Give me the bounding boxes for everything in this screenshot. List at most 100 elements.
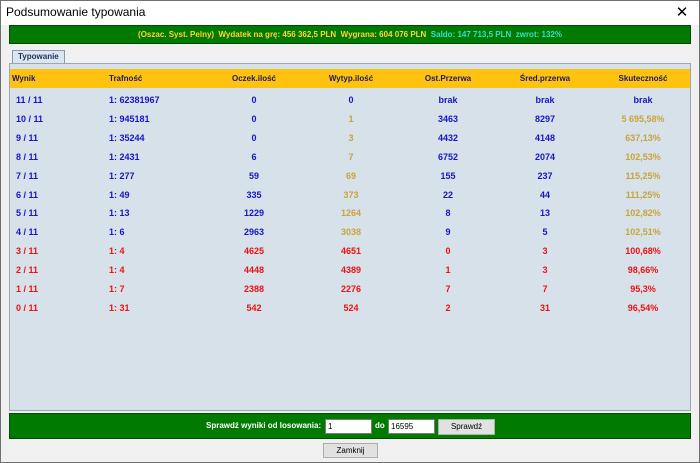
- cell-ost-przerwa: 2: [445, 302, 451, 313]
- cell-skutecznosc: 102,53%: [625, 151, 661, 162]
- cell-skutecznosc: brak: [633, 95, 653, 105]
- cell-wynik: 10 / 11: [16, 113, 44, 124]
- cell-sred-przerwa: 2074: [534, 151, 556, 162]
- header-ost-przerwa: Ost.Przerwa: [424, 74, 472, 83]
- cell-oczek-ilosc: 4448: [243, 265, 265, 276]
- window-title: Podsumowanie typowania: [6, 5, 146, 19]
- cell-ost-przerwa: 9: [445, 227, 451, 238]
- cell-trafnosc: 1: 277: [109, 170, 135, 181]
- cell-trafnosc: 1: 49: [109, 189, 130, 200]
- table-row: 0 / 11 1: 31 542 524 2 31 96,54%: [10, 299, 690, 317]
- cell-trafnosc: 1: 2431: [109, 151, 140, 162]
- cell-oczek-ilosc: 4625: [243, 246, 265, 257]
- cell-wytyp-ilosc: 373: [343, 189, 359, 200]
- table-row: 6 / 11 1: 49 335 373 22 44 111,25%: [10, 186, 690, 204]
- close-icon[interactable]: ✕: [665, 1, 699, 25]
- cell-wytyp-ilosc: 1: [348, 113, 354, 124]
- cell-trafnosc: 1: 7: [109, 284, 125, 294]
- header-skutecznosc: Skuteczność: [618, 74, 668, 83]
- table-row: 8 / 11 1: 2431 6 7 6752 2074 102,53%: [10, 148, 690, 166]
- cell-trafnosc: 1: 31: [109, 302, 130, 313]
- cell-oczek-ilosc: 542: [246, 302, 262, 313]
- cell-skutecznosc: 95,3%: [630, 284, 656, 294]
- cell-oczek-ilosc: 0: [251, 95, 257, 105]
- summary-wydatek: Wydatek na grę: 456 362,5 PLN: [218, 30, 337, 39]
- header-wynik: Wynik: [12, 74, 36, 83]
- cell-wytyp-ilosc: 4651: [340, 246, 362, 257]
- cell-wynik: 2 / 11: [16, 265, 39, 276]
- draw-from-input[interactable]: 1: [325, 419, 372, 434]
- cell-skutecznosc: 115,25%: [625, 170, 661, 181]
- cell-skutecznosc: 102,51%: [625, 227, 661, 238]
- title-bar: Podsumowanie typowania ✕: [1, 1, 699, 25]
- summary-wygrana: Wygrana: 604 076 PLN: [340, 30, 427, 39]
- cell-wynik: 8 / 11: [16, 151, 39, 162]
- close-button[interactable]: Zamknij: [323, 443, 378, 458]
- cell-oczek-ilosc: 2963: [243, 227, 265, 238]
- cell-skutecznosc: 100,68%: [625, 246, 661, 257]
- cell-oczek-ilosc: 0: [251, 113, 257, 124]
- cell-wynik: 5 / 11: [16, 208, 39, 219]
- cell-trafnosc: 1: 4: [109, 246, 125, 257]
- table-row: 3 / 11 1: 4 4625 4651 0 3 100,68%: [10, 242, 690, 260]
- cell-ost-przerwa: 155: [440, 170, 456, 181]
- cell-trafnosc: 1: 945181: [109, 113, 150, 124]
- cell-wynik: 1 / 11: [16, 284, 39, 294]
- cell-sred-przerwa: 3: [542, 246, 548, 257]
- summary-system: (Oszac. Syst. Pelny): [138, 30, 215, 39]
- cell-wynik: 7 / 11: [16, 170, 39, 181]
- cell-wynik: 6 / 11: [16, 189, 39, 200]
- check-bar: Sprawdź wyniki od losowania: 1 do 16595 …: [9, 413, 691, 439]
- cell-oczek-ilosc: 2388: [243, 284, 265, 294]
- cell-oczek-ilosc: 0: [251, 132, 257, 143]
- summary-bar: (Oszac. Syst. Pelny) Wydatek na grę: 456…: [9, 25, 691, 44]
- tab-strip: Typowanie: [9, 47, 691, 63]
- draw-to-input[interactable]: 16595: [388, 419, 435, 434]
- summary-window: Podsumowanie typowania ✕ (Oszac. Syst. P…: [0, 0, 700, 463]
- cell-ost-przerwa: 6752: [437, 151, 459, 162]
- cell-oczek-ilosc: 1229: [243, 208, 265, 219]
- cell-wytyp-ilosc: 0: [348, 95, 354, 105]
- cell-ost-przerwa: 22: [442, 189, 454, 200]
- cell-ost-przerwa: 0: [445, 246, 451, 257]
- cell-skutecznosc: 96,54%: [627, 302, 659, 313]
- summary-saldo: Saldo: 147 713,5 PLN: [430, 30, 512, 39]
- cell-wytyp-ilosc: 3038: [340, 227, 362, 238]
- cell-sred-przerwa: 3: [542, 265, 548, 276]
- cell-ost-przerwa: 1: [445, 265, 451, 276]
- table-row: 9 / 11 1: 35244 0 3 4432 4148 637,13%: [10, 129, 690, 147]
- cell-skutecznosc: 98,66%: [627, 265, 659, 276]
- cell-wynik: 3 / 11: [16, 246, 39, 257]
- cell-wytyp-ilosc: 2276: [340, 284, 362, 294]
- cell-wynik: 4 / 11: [16, 227, 39, 238]
- cell-sred-przerwa: 237: [537, 170, 553, 181]
- cell-wynik: 0 / 11: [16, 302, 39, 313]
- cell-skutecznosc: 5 695,58%: [621, 113, 665, 124]
- header-trafnosc: Trafność: [109, 74, 143, 83]
- cell-sred-przerwa: 5: [542, 227, 548, 238]
- table-row: 1 / 11 1: 7 2388 2276 7 7 95,3%: [10, 280, 690, 298]
- cell-skutecznosc: 111,25%: [625, 189, 661, 200]
- cell-oczek-ilosc: 59: [248, 170, 260, 181]
- cell-wytyp-ilosc: 69: [345, 170, 357, 181]
- header-sred-przerwa: Śred.przerwa: [519, 74, 571, 83]
- cell-wynik: 11 / 11: [16, 95, 43, 105]
- table-row: 4 / 11 1: 6 2963 3038 9 5 102,51%: [10, 223, 690, 241]
- cell-wytyp-ilosc: 4389: [340, 265, 362, 276]
- cell-trafnosc: 1: 6: [109, 227, 125, 238]
- check-button[interactable]: Sprawdź: [438, 419, 495, 435]
- cell-ost-przerwa: 3463: [437, 113, 459, 124]
- header-oczek-ilosc: Oczek.ilość: [231, 74, 277, 83]
- cell-sred-przerwa: 8297: [534, 113, 556, 124]
- cell-sred-przerwa: 13: [539, 208, 551, 219]
- cell-ost-przerwa: 8: [445, 208, 451, 219]
- cell-oczek-ilosc: 6: [251, 151, 257, 162]
- tab-typowanie[interactable]: Typowanie: [12, 50, 65, 63]
- table-row: 2 / 11 1: 4 4448 4389 1 3 98,66%: [10, 261, 690, 279]
- cell-ost-przerwa: 4432: [437, 132, 459, 143]
- cell-wytyp-ilosc: 524: [343, 302, 359, 313]
- table-header: Wynik Trafność Oczek.ilość Wytyp.ilość O…: [10, 69, 690, 88]
- cell-ost-przerwa: brak: [438, 95, 458, 105]
- check-label: Sprawdź wyniki od losowania:: [206, 421, 322, 430]
- table-row: 5 / 11 1: 13 1229 1264 8 13 102,82%: [10, 204, 690, 222]
